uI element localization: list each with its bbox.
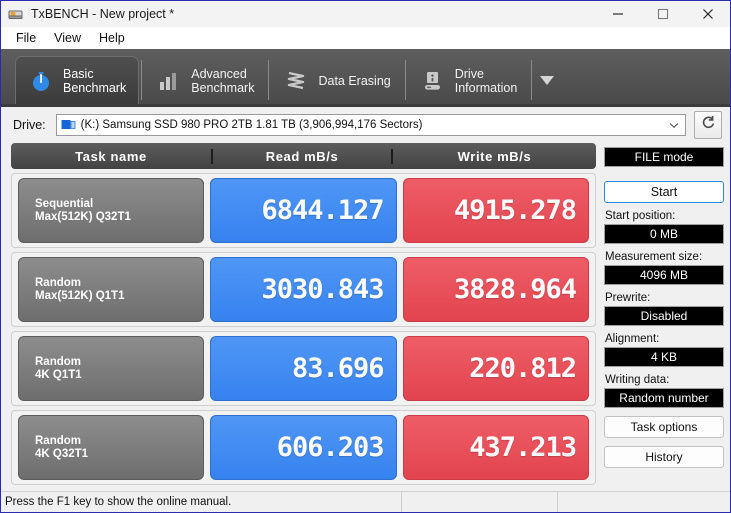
tab-label-drive-information: Drive Information bbox=[454, 66, 518, 95]
close-button[interactable] bbox=[685, 1, 730, 27]
results-panel: Task name Read mB/s Write mB/s Sequentia… bbox=[11, 143, 604, 491]
read-value: 83.696 bbox=[210, 336, 397, 401]
task-name-label: Random Max(512K) Q1T1 bbox=[35, 276, 125, 302]
task-name-label: Random 4K Q1T1 bbox=[35, 355, 82, 381]
column-header-task-name: Task name bbox=[75, 148, 147, 164]
drive-small-icon bbox=[61, 119, 76, 132]
read-value: 606.203 bbox=[210, 415, 397, 480]
alignment-label: Alignment: bbox=[605, 333, 660, 345]
menu-bar: File View Help bbox=[1, 27, 730, 49]
start-button[interactable]: Start bbox=[604, 181, 724, 203]
tab-label-data-erasing: Data Erasing bbox=[318, 73, 391, 88]
writing-data-value[interactable]: Random number bbox=[604, 388, 724, 408]
start-position-label: Start position: bbox=[605, 210, 676, 222]
tab-data-erasing[interactable]: Data Erasing bbox=[271, 57, 402, 104]
refresh-drive-button[interactable] bbox=[694, 111, 722, 139]
drive-label: Drive: bbox=[13, 118, 46, 132]
results-rows: Sequential Max(512K) Q32T1 6844.127 4915… bbox=[11, 173, 596, 491]
mode-display[interactable]: FILE mode bbox=[604, 147, 724, 167]
measurement-size-value[interactable]: 4096 MB bbox=[604, 265, 724, 285]
write-value: 437.213 bbox=[402, 415, 589, 480]
title-bar: TxBENCH - New project * bbox=[1, 1, 730, 27]
chevron-down-icon bbox=[667, 122, 681, 129]
tab-advanced-benchmark[interactable]: Advanced Benchmark bbox=[144, 57, 266, 104]
minimize-button[interactable] bbox=[595, 1, 640, 27]
task-name-label: Sequential Max(512K) Q32T1 bbox=[35, 197, 131, 223]
tab-label-advanced-benchmark: Advanced Benchmark bbox=[191, 66, 255, 95]
writing-data-label: Writing data: bbox=[605, 374, 670, 386]
refresh-icon bbox=[700, 114, 717, 136]
measurement-size-label: Measurement size: bbox=[605, 251, 703, 263]
task-button-sequential-max512k-q32t1[interactable]: Sequential Max(512K) Q32T1 bbox=[18, 178, 204, 243]
write-value: 3828.964 bbox=[402, 257, 589, 322]
bar-chart-icon bbox=[156, 68, 182, 94]
start-position-value[interactable]: 0 MB bbox=[604, 224, 724, 244]
alignment-value[interactable]: 4 KB bbox=[604, 347, 724, 367]
status-segment-2 bbox=[401, 492, 557, 512]
drive-selection-row: Drive: (K:) Samsung SSD 980 PRO 2TB 1.81… bbox=[1, 107, 730, 143]
app-drive-icon bbox=[7, 5, 25, 23]
drive-select-value: (K:) Samsung SSD 980 PRO 2TB 1.81 TB (3,… bbox=[80, 119, 423, 131]
read-value: 3030.843 bbox=[210, 257, 397, 322]
prewrite-label: Prewrite: bbox=[605, 292, 651, 304]
task-button-random-4k-q1t1[interactable]: Random 4K Q1T1 bbox=[18, 336, 204, 401]
settings-panel: FILE mode Start Start position: 0 MB Mea… bbox=[604, 143, 724, 491]
stopwatch-icon bbox=[28, 68, 54, 94]
tab-basic-benchmark[interactable]: Basic Benchmark bbox=[15, 56, 140, 104]
shredder-icon bbox=[283, 68, 309, 94]
results-header-row: Task name Read mB/s Write mB/s bbox=[11, 143, 596, 169]
column-header-read: Read mB/s bbox=[211, 148, 391, 164]
write-value: 4915.278 bbox=[402, 178, 589, 243]
tab-divider bbox=[141, 60, 143, 100]
prewrite-value[interactable]: Disabled bbox=[604, 306, 724, 326]
txbench-window: TxBENCH - New project * File View Help B… bbox=[0, 0, 731, 513]
column-header-write: Write mB/s bbox=[391, 148, 596, 164]
tab-divider bbox=[404, 60, 406, 100]
menu-item-view[interactable]: View bbox=[45, 29, 90, 47]
task-options-button[interactable]: Task options bbox=[604, 416, 724, 438]
write-value: 220.812 bbox=[402, 336, 589, 401]
table-row: Random Max(512K) Q1T1 3030.843 3828.964 bbox=[11, 252, 596, 327]
window-title: TxBENCH - New project * bbox=[31, 7, 175, 21]
main-area: Task name Read mB/s Write mB/s Sequentia… bbox=[1, 143, 730, 491]
hard-drive-icon bbox=[420, 68, 446, 94]
status-segment-3 bbox=[557, 492, 730, 512]
tab-divider bbox=[268, 60, 270, 100]
task-button-random-max512k-q1t1[interactable]: Random Max(512K) Q1T1 bbox=[18, 257, 204, 322]
table-row: Random 4K Q1T1 83.696 220.812 bbox=[11, 331, 596, 406]
table-row: Sequential Max(512K) Q32T1 6844.127 4915… bbox=[11, 173, 596, 248]
tab-strip: Basic Benchmark Advanced Benchmark Data … bbox=[1, 49, 730, 107]
table-row: Random 4K Q32T1 606.203 437.213 bbox=[11, 410, 596, 485]
status-bar: Press the F1 key to show the online manu… bbox=[1, 491, 730, 512]
tab-drive-information[interactable]: Drive Information bbox=[408, 57, 530, 104]
menu-item-file[interactable]: File bbox=[7, 29, 45, 47]
history-button[interactable]: History bbox=[604, 446, 724, 468]
tab-overflow-button[interactable] bbox=[536, 57, 558, 104]
window-controls bbox=[595, 1, 730, 27]
tab-divider bbox=[531, 60, 533, 100]
task-name-label: Random 4K Q32T1 bbox=[35, 434, 89, 460]
drive-select[interactable]: (K:) Samsung SSD 980 PRO 2TB 1.81 TB (3,… bbox=[55, 114, 686, 136]
tab-label-basic-benchmark: Basic Benchmark bbox=[63, 66, 127, 95]
content-area: Drive: (K:) Samsung SSD 980 PRO 2TB 1.81… bbox=[1, 107, 730, 491]
maximize-button[interactable] bbox=[640, 1, 685, 27]
chevron-down-icon bbox=[540, 76, 555, 85]
status-message: Press the F1 key to show the online manu… bbox=[5, 496, 232, 508]
task-button-random-4k-q32t1[interactable]: Random 4K Q32T1 bbox=[18, 415, 204, 480]
menu-item-help[interactable]: Help bbox=[90, 29, 134, 47]
read-value: 6844.127 bbox=[210, 178, 397, 243]
